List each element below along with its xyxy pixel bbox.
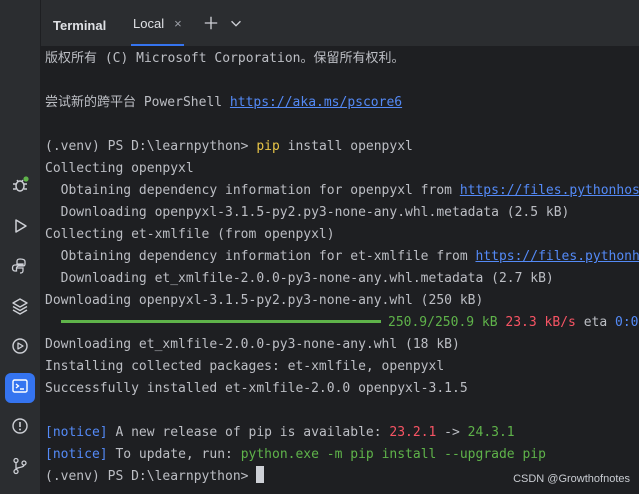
terminal-line: Obtaining dependency information for et-… [45,246,639,268]
terminal-output[interactable]: 版权所有 (C) Microsoft Corporation。保留所有权利。 尝… [41,47,639,494]
terminal-icon [10,376,30,401]
run-icon [10,216,30,241]
new-version: 24.3.1 [467,425,515,440]
chevron-down-icon [231,20,241,27]
terminal-line: 尝试新的跨平台 PowerShell https://aka.ms/pscore… [45,95,403,110]
terminal-line: Downloading et_xmlfile-2.0.0-py3-none-an… [45,337,460,352]
tab-local[interactable]: Local × [131,0,184,46]
terminal-toolwindow-header: Terminal Local × [41,0,639,47]
download-size: 250.9/250.9 kB [388,315,498,330]
git-button[interactable] [5,453,35,483]
services-icon [10,336,30,361]
terminal-line: Downloading openpyxl-3.1.5-py2.py3-none-… [45,205,570,220]
active-tab-indicator [131,44,184,46]
terminal-line: Downloading et_xmlfile-2.0.0-py3-none-an… [45,271,554,286]
problems-icon [10,416,30,441]
upgrade-command: python.exe -m pip install --upgrade pip [240,447,546,462]
download-speed: 23.3 kB/s [505,315,576,330]
prompt-line[interactable]: (.venv) PS D:\learnpython> [45,466,265,488]
download-progress-line: 250.9/250.9 kB 23.3 kB/s eta 0:00:00 [61,312,639,334]
run-button[interactable] [5,213,35,243]
notice-line: [notice] To update, run: python.exe -m p… [45,447,546,462]
terminal-line: Collecting openpyxl [45,161,194,176]
command-name: pip [256,139,280,154]
terminal-line: Successfully installed et-xmlfile-2.0.0 … [45,381,468,396]
terminal-line: 版权所有 (C) Microsoft Corporation。保留所有权利。 [45,51,405,66]
services-button[interactable] [5,333,35,363]
plus-icon [204,16,218,30]
text-cursor [256,466,265,483]
watermark: CSDN @Growthofnotes [513,473,630,485]
terminal-line: (.venv) PS D:\learnpython> pip install o… [45,139,413,154]
terminal-line: Obtaining dependency information for ope… [45,180,639,202]
close-tab-icon[interactable]: × [174,16,182,31]
git-icon [10,456,30,481]
notice-line: [notice] A new release of pip is availab… [45,425,515,440]
old-version: 23.2.1 [389,425,437,440]
python-console-icon [10,256,30,281]
download-progress-bar [61,320,381,323]
terminal-button[interactable] [5,373,35,403]
tab-options-button[interactable] [227,14,245,32]
download-eta: 0:00:00 [615,315,639,330]
pscore-link[interactable]: https://aka.ms/pscore6 [230,95,402,110]
debug-icon [10,175,30,200]
terminal-line: Installing collected packages: et-xmlfil… [45,359,445,374]
toolwindow-title: Terminal [53,18,107,33]
new-tab-button[interactable] [202,14,220,32]
tool-strip [0,0,41,494]
debug-button[interactable] [5,172,35,202]
package-url-link[interactable]: https://files.pythonhosted.org/packages/ [460,183,639,198]
terminal-line: Downloading openpyxl-3.1.5-py2.py3-none-… [45,293,484,308]
package-url-link[interactable]: https://files.pythonhosted.org/packages/ [475,249,639,264]
tab-label: Local [133,15,165,31]
python-console-button[interactable] [5,253,35,283]
problems-button[interactable] [5,413,35,443]
terminal-line: Collecting et-xmlfile (from openpyxl) [45,227,335,242]
layers-button[interactable] [5,293,35,323]
layers-icon [10,296,30,321]
pycharm-window: Terminal Local × 版权所有 (C) Microsoft Corp… [0,0,639,494]
